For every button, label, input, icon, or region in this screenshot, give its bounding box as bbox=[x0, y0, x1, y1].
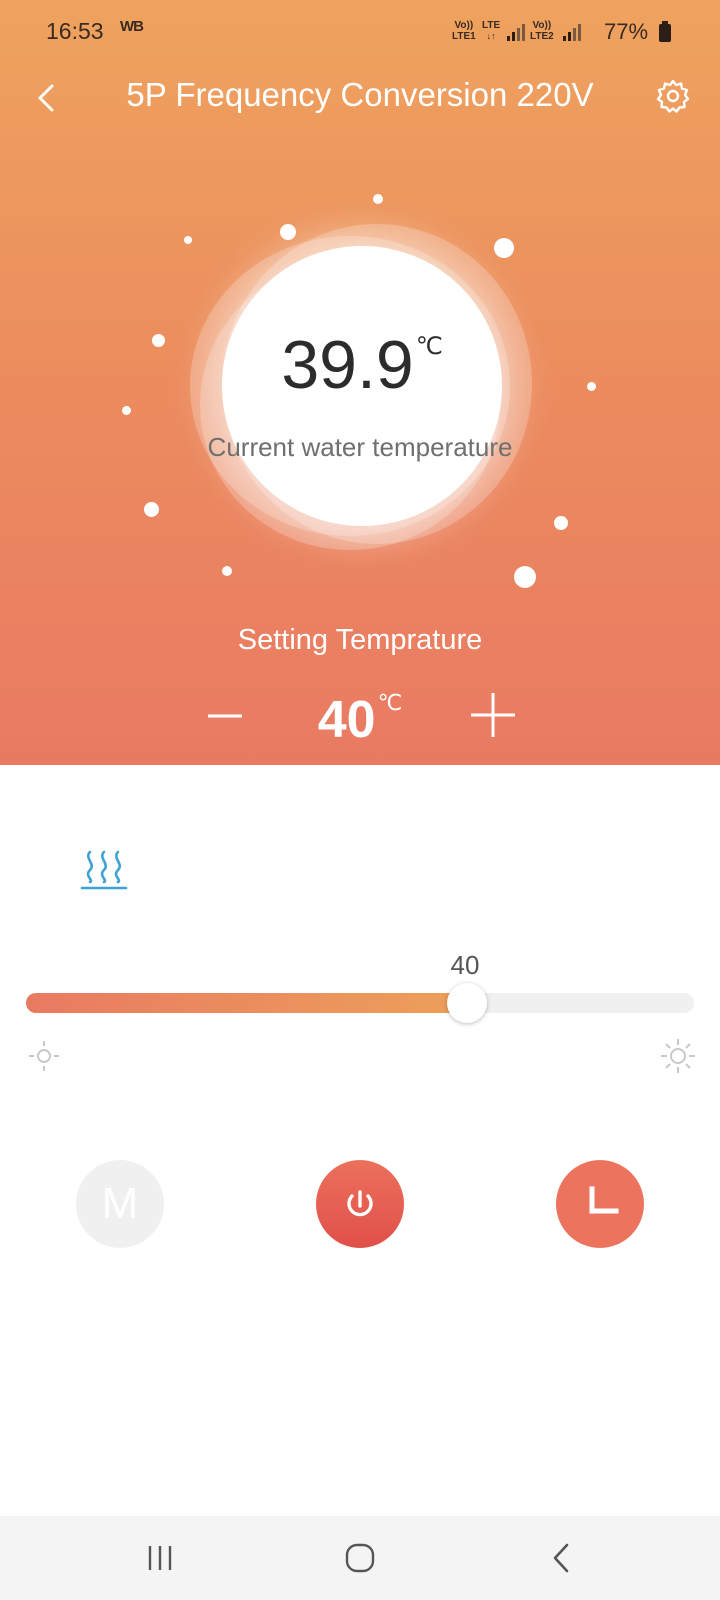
bubble bbox=[122, 406, 131, 415]
heat-waves-icon[interactable] bbox=[80, 848, 128, 890]
sun-bright-icon bbox=[661, 1039, 695, 1073]
hero-panel: 16:53 WB Vo)) LTE1 LTE ↓↑ Vo)) LTE2 77% bbox=[0, 0, 720, 765]
bubble bbox=[494, 238, 514, 258]
notification-app-icon: WB bbox=[120, 18, 144, 35]
network-type-indicator: LTE ↓↑ bbox=[482, 20, 501, 41]
power-icon bbox=[347, 1190, 373, 1217]
current-temperature: 39.9℃ bbox=[281, 327, 443, 403]
bubble bbox=[280, 224, 296, 240]
bubble bbox=[152, 334, 165, 347]
sim1-indicator: Vo)) LTE1 bbox=[452, 20, 476, 42]
battery-percent: 77% bbox=[604, 19, 649, 44]
slider-fill bbox=[26, 993, 467, 1013]
recents-icon[interactable] bbox=[140, 1538, 180, 1578]
home-icon[interactable] bbox=[340, 1538, 380, 1578]
page-title: 5P Frequency Conversion 220V bbox=[126, 76, 594, 113]
bubble bbox=[184, 236, 192, 244]
sun-dim-icon bbox=[29, 1041, 59, 1071]
temperature-slider[interactable] bbox=[26, 983, 694, 1023]
plus-icon[interactable] bbox=[470, 692, 516, 738]
slider-value-label: 40 bbox=[450, 950, 480, 980]
slider-thumb[interactable] bbox=[446, 983, 487, 1023]
bubble bbox=[554, 516, 568, 530]
power-button[interactable] bbox=[316, 1160, 404, 1248]
status-time: 16:53 bbox=[46, 18, 104, 44]
bubble bbox=[587, 382, 596, 391]
minus-icon[interactable] bbox=[205, 692, 245, 732]
gear-icon[interactable] bbox=[655, 78, 691, 114]
signal-bars-icon bbox=[507, 24, 525, 41]
mode-button[interactable]: M bbox=[76, 1160, 164, 1248]
clock-icon bbox=[589, 1186, 619, 1214]
bubble bbox=[222, 566, 232, 576]
temperature-unit: ℃ bbox=[377, 690, 403, 715]
setting-temperature-label: Setting Temprature bbox=[237, 624, 483, 656]
status-bar: 16:53 WB Vo)) LTE1 LTE ↓↑ Vo)) LTE2 77% bbox=[0, 0, 720, 66]
sim2-indicator: Vo)) LTE2 bbox=[530, 20, 554, 42]
current-temperature-label: Current water temperature bbox=[207, 432, 513, 462]
chevron-left-icon[interactable] bbox=[30, 78, 64, 118]
signal-bars-icon bbox=[563, 24, 581, 41]
setting-temperature-value: 40℃ bbox=[317, 690, 403, 749]
battery-icon bbox=[659, 21, 671, 42]
system-nav-bar bbox=[0, 1516, 720, 1600]
bubble bbox=[144, 502, 159, 517]
bubble bbox=[514, 566, 536, 588]
bubble bbox=[373, 194, 383, 204]
back-icon[interactable] bbox=[542, 1538, 582, 1578]
temperature-unit: ℃ bbox=[415, 333, 443, 360]
timer-button[interactable] bbox=[556, 1160, 644, 1248]
